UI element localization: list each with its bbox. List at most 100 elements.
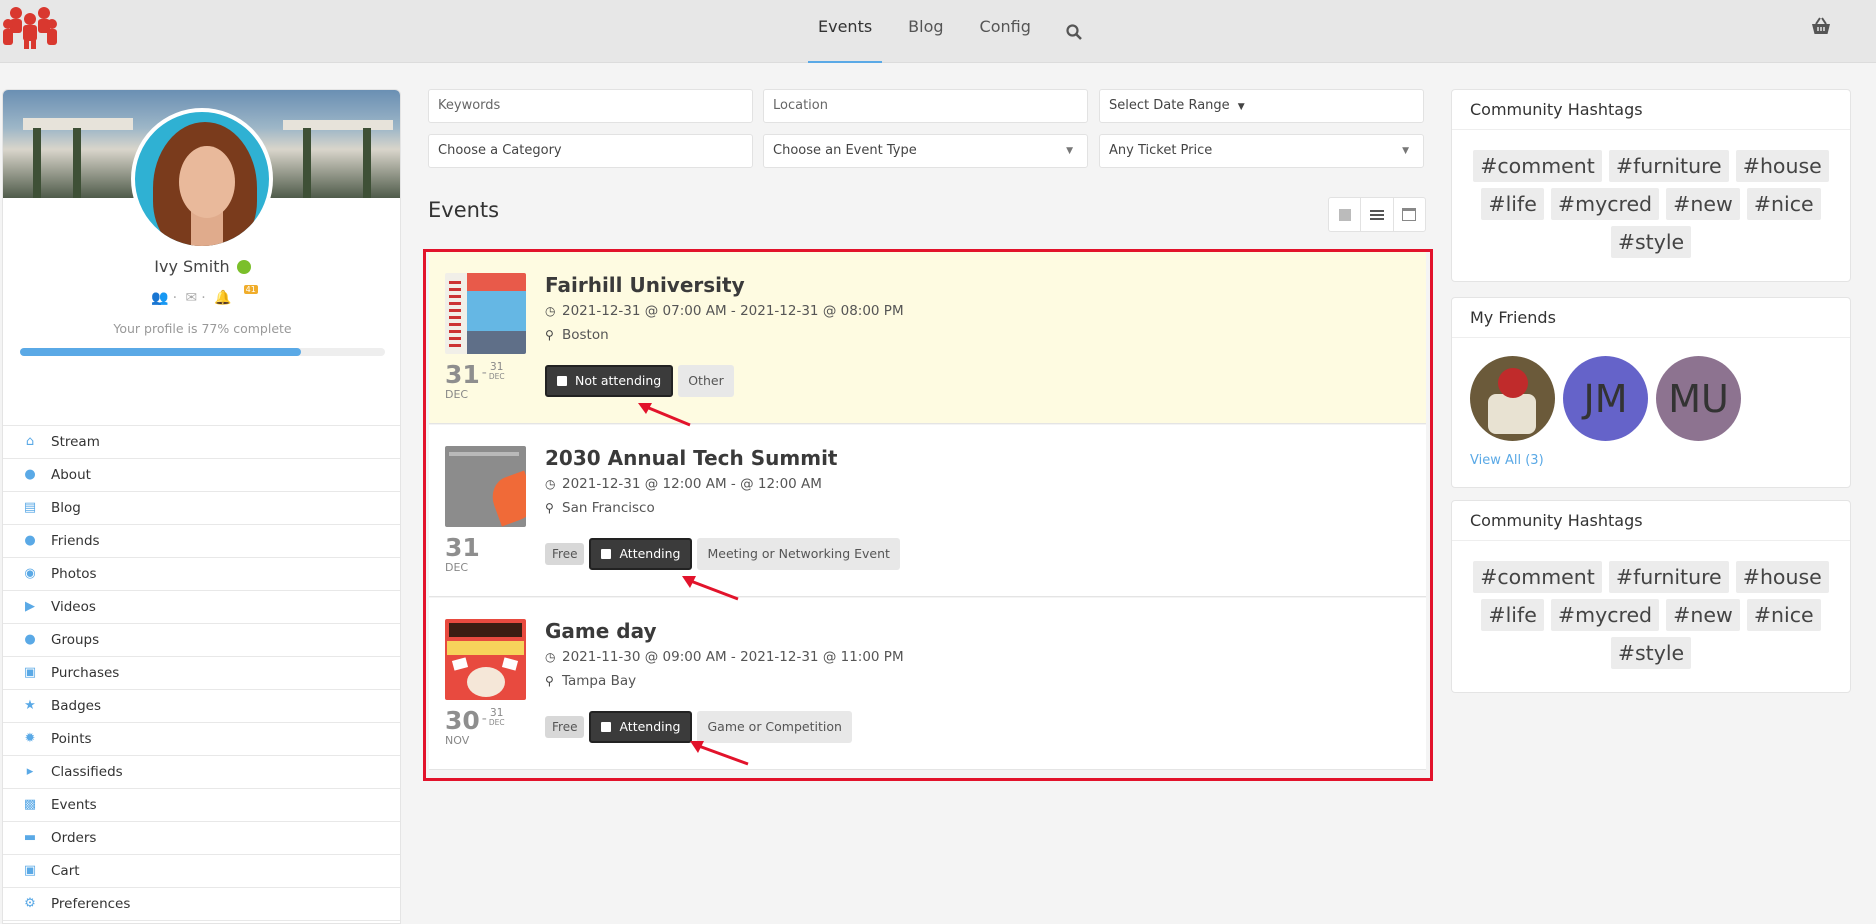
nav-events[interactable]: Events — [800, 0, 890, 63]
search-icon[interactable] — [1049, 0, 1099, 63]
mail-icon[interactable]: ✉ — [186, 290, 198, 306]
profile-progress-bar — [20, 348, 385, 356]
widget-title: Community Hashtags — [1452, 90, 1850, 130]
category-select[interactable]: Choose a Category — [428, 134, 753, 168]
date-range-select[interactable]: Select Date Range ▼ — [1099, 89, 1424, 123]
hashtag-link[interactable]: #style — [1610, 226, 1692, 258]
sidebar-item-badges[interactable]: ★ Badges — [3, 690, 400, 723]
location-input[interactable]: Location — [763, 89, 1088, 123]
cart-icon: ▣ — [23, 665, 37, 680]
view-all-friends-link[interactable]: View All (3) — [1452, 441, 1850, 468]
home-icon: ⌂ — [25, 434, 35, 449]
sidebar-item-events[interactable]: ▩ Events — [3, 789, 400, 822]
calendar-view-button[interactable] — [1394, 198, 1425, 231]
friend-avatar[interactable]: MU — [1656, 356, 1741, 441]
list-icon — [1369, 209, 1384, 220]
my-friends-widget: My Friends JM MU View All (3) — [1451, 297, 1851, 488]
sidebar-item-purchases[interactable]: ▣ Purchases — [3, 657, 400, 690]
sidebar-item-videos[interactable]: ▶ Videos — [3, 591, 400, 624]
profile-name-row: Ivy Smith — [3, 257, 400, 276]
friends-icon[interactable]: 👥 — [151, 290, 168, 306]
hashtag-link[interactable]: #new — [1666, 599, 1740, 631]
ticket-price-select[interactable]: Any Ticket Price ▼ — [1099, 134, 1424, 168]
hashtag-link[interactable]: #house — [1735, 150, 1829, 182]
hashtag-link[interactable]: #style — [1610, 637, 1692, 669]
sidebar-item-points[interactable]: ✹ Points — [3, 723, 400, 756]
grid-icon — [1338, 208, 1351, 221]
sidebar-item-about[interactable]: ● About — [3, 459, 400, 492]
sidebar-item-preferences[interactable]: ⚙ Preferences — [3, 888, 400, 921]
view-toggle — [1328, 197, 1426, 232]
caret-down-icon: ▼ — [1237, 102, 1245, 112]
sidebar-item-cart[interactable]: ▣ Cart — [3, 855, 400, 888]
hashtag-link[interactable]: #comment — [1473, 561, 1602, 593]
users-icon: ● — [24, 533, 36, 548]
hashtag-link[interactable]: #life — [1481, 188, 1544, 220]
profile-completion-text: Your profile is 77% complete — [113, 321, 292, 336]
sidebar-item-stream[interactable]: ⌂ Stream — [3, 426, 400, 459]
hashtag-cloud: #comment #furniture #house #life #mycred… — [1452, 130, 1850, 264]
user-icon: ● — [24, 467, 36, 482]
group-icon: ● — [24, 632, 36, 647]
camera-icon: ◉ — [24, 566, 36, 581]
calendar-icon — [1402, 208, 1417, 221]
badge-icon: ✹ — [24, 731, 36, 746]
hashtag-link[interactable]: #nice — [1746, 599, 1821, 631]
nav-blog[interactable]: Blog — [890, 0, 961, 63]
main-nav: Events Blog Config — [800, 0, 1099, 63]
calendar-icon: ▩ — [23, 797, 37, 812]
community-logo-icon[interactable] — [2, 4, 58, 50]
caret-down-icon: ▼ — [1066, 146, 1073, 156]
widget-title: Community Hashtags — [1452, 501, 1850, 541]
card-icon: ▬ — [23, 830, 37, 845]
sidebar-item-blog[interactable]: ▤ Blog — [3, 492, 400, 525]
grid-view-button[interactable] — [1329, 198, 1362, 231]
nav-config[interactable]: Config — [962, 0, 1049, 63]
friend-avatar[interactable] — [1470, 356, 1555, 441]
verified-icon — [236, 260, 251, 274]
sidebar-item-groups[interactable]: ● Groups — [3, 624, 400, 657]
caret-down-icon: ▼ — [1402, 146, 1409, 156]
hashtag-link[interactable]: #comment — [1473, 150, 1602, 182]
community-hashtags-widget: Community Hashtags #comment #furniture #… — [1451, 89, 1851, 282]
hashtag-link[interactable]: #house — [1735, 561, 1829, 593]
top-bar: Events Blog Config — [0, 0, 1876, 63]
notification-badge: 41 — [243, 285, 258, 294]
hashtag-link[interactable]: #nice — [1746, 188, 1821, 220]
community-hashtags-widget: Community Hashtags #comment #furniture #… — [1451, 500, 1851, 693]
hashtag-link[interactable]: #mycred — [1550, 599, 1660, 631]
megaphone-icon: ▸ — [26, 764, 34, 779]
event-type-select[interactable]: Choose an Event Type ▼ — [763, 134, 1088, 168]
list-view-button[interactable] — [1361, 198, 1394, 231]
friends-list: JM MU — [1452, 338, 1850, 441]
gear-icon: ⚙ — [24, 896, 36, 911]
annotation-arrow — [690, 741, 749, 766]
hashtag-link[interactable]: #furniture — [1608, 561, 1729, 593]
basket-icon[interactable] — [1810, 16, 1832, 38]
sidebar-menu: ⌂ Stream ● About ▤ Blog ● Friends ◉ Photos ▶ V… — [3, 425, 400, 921]
friend-avatar[interactable]: JM — [1563, 356, 1648, 441]
highlight-frame — [423, 249, 1433, 781]
cart-icon: ▣ — [23, 863, 37, 878]
sidebar-item-classifieds[interactable]: ▸ Classifieds — [3, 756, 400, 789]
annotation-arrow — [682, 576, 739, 601]
annotation-arrow — [638, 403, 691, 427]
profile-quick-icons: 👥 · ✉ · 🔔41 — [151, 285, 258, 306]
events-heading: Events — [428, 198, 500, 222]
star-icon: ★ — [24, 698, 36, 713]
bell-icon[interactable]: 🔔41 — [214, 285, 258, 306]
profile-progress-fill — [20, 348, 302, 356]
video-icon: ▶ — [25, 599, 35, 614]
profile-avatar[interactable] — [131, 108, 273, 250]
hashtag-link[interactable]: #new — [1666, 188, 1740, 220]
sidebar-item-orders[interactable]: ▬ Orders — [3, 822, 400, 855]
sidebar-item-photos[interactable]: ◉ Photos — [3, 558, 400, 591]
hashtag-cloud: #comment #furniture #house #life #mycred… — [1452, 541, 1850, 675]
sidebar-item-friends[interactable]: ● Friends — [3, 525, 400, 558]
hashtag-link[interactable]: #mycred — [1550, 188, 1660, 220]
hashtag-link[interactable]: #life — [1481, 599, 1544, 631]
hashtag-link[interactable]: #furniture — [1608, 150, 1729, 182]
profile-name[interactable]: Ivy Smith — [154, 257, 229, 276]
keywords-input[interactable]: Keywords — [428, 89, 753, 123]
blog-icon: ▤ — [23, 500, 37, 515]
